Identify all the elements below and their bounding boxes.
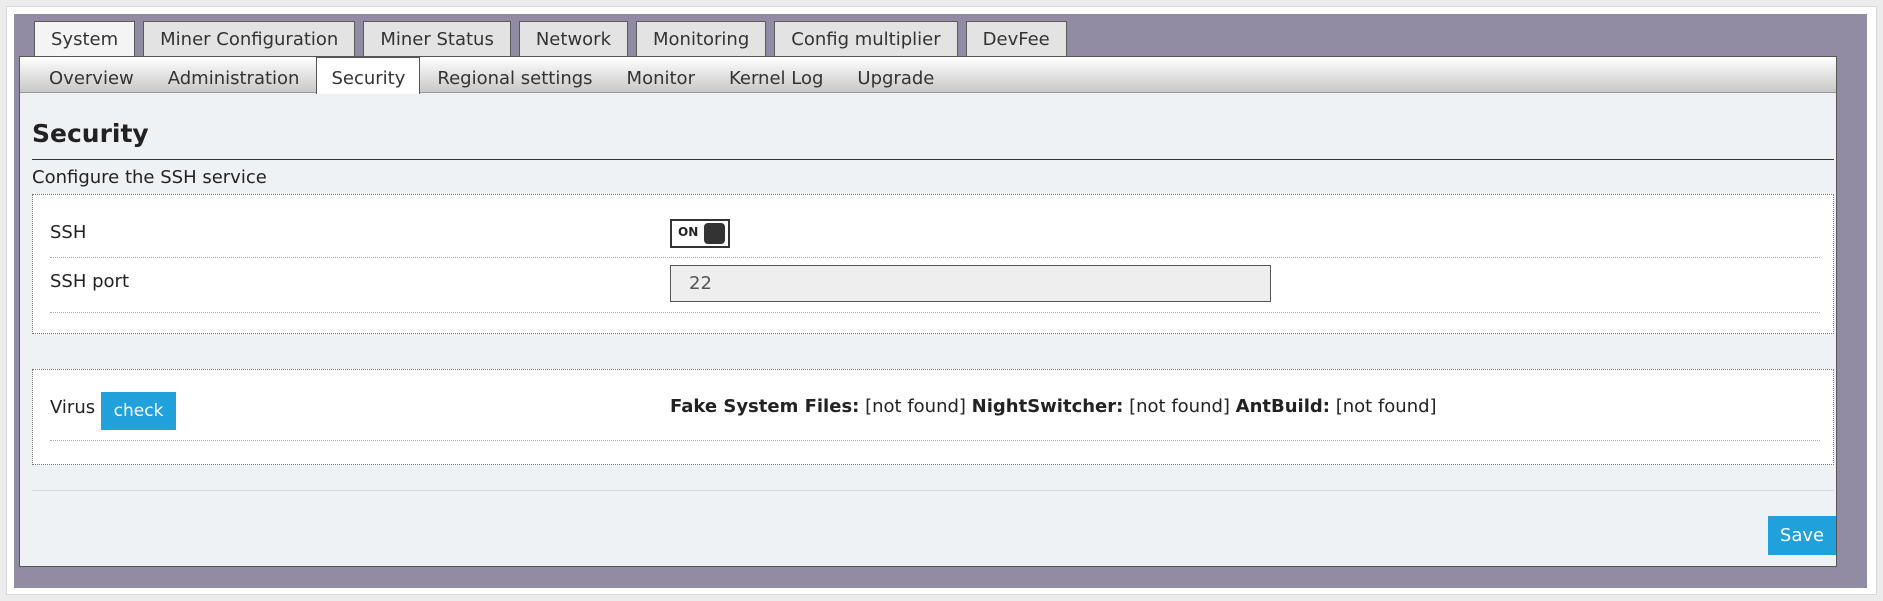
result-name: Fake System Files: xyxy=(670,396,860,417)
toggle-knob xyxy=(704,223,725,244)
page-title: Security xyxy=(32,119,149,148)
row-divider xyxy=(50,440,1820,441)
ssh-port-label: SSH port xyxy=(50,271,130,292)
result-name: AntBuild: xyxy=(1235,396,1330,417)
sub-tab-bar: Overview Administration Security Regiona… xyxy=(20,57,1836,94)
subtab-administration[interactable]: Administration xyxy=(151,57,317,93)
result-status: [not found] xyxy=(1129,396,1230,417)
virus-results: Fake System Files: [not found] NightSwit… xyxy=(670,396,1437,417)
section-description: Configure the SSH service xyxy=(32,167,267,188)
ssh-toggle-state: ON xyxy=(678,225,699,239)
title-divider xyxy=(32,159,1834,160)
row-divider xyxy=(50,257,1820,258)
tab-miner-status[interactable]: Miner Status xyxy=(363,21,511,57)
tab-monitoring[interactable]: Monitoring xyxy=(636,21,767,57)
result-name: NightSwitcher: xyxy=(971,396,1124,417)
main-tab-bar: System Miner Configuration Miner Status … xyxy=(34,21,1067,59)
subtab-regional-settings[interactable]: Regional settings xyxy=(420,57,609,93)
tab-network[interactable]: Network xyxy=(518,21,628,57)
actions-divider xyxy=(32,490,1834,491)
result-status: [not found] xyxy=(1335,396,1437,417)
ssh-toggle[interactable]: ON xyxy=(670,219,730,248)
ssh-label: SSH xyxy=(50,222,87,243)
result-status: [not found] xyxy=(865,396,966,417)
subtab-kernel-log[interactable]: Kernel Log xyxy=(712,57,840,93)
save-button[interactable]: Save xyxy=(1768,516,1836,555)
subtab-security[interactable]: Security xyxy=(316,57,421,94)
virus-label: Virus xyxy=(50,397,96,418)
tab-system[interactable]: System xyxy=(34,21,136,59)
ssh-settings-section: SSH ON SSH port xyxy=(32,194,1834,334)
ssh-port-input[interactable] xyxy=(670,265,1271,302)
subtab-overview[interactable]: Overview xyxy=(32,57,151,93)
content-panel: Overview Administration Security Regiona… xyxy=(19,56,1837,567)
tab-devfee[interactable]: DevFee xyxy=(965,21,1067,57)
row-divider xyxy=(50,312,1820,313)
virus-check-button[interactable]: check xyxy=(101,392,176,430)
subtab-upgrade[interactable]: Upgrade xyxy=(840,57,951,93)
virus-check-section: Virus check Fake System Files: [not foun… xyxy=(32,369,1834,465)
subtab-monitor[interactable]: Monitor xyxy=(610,57,712,93)
tab-config-multiplier[interactable]: Config multiplier xyxy=(774,21,958,57)
tab-miner-configuration[interactable]: Miner Configuration xyxy=(143,21,356,57)
